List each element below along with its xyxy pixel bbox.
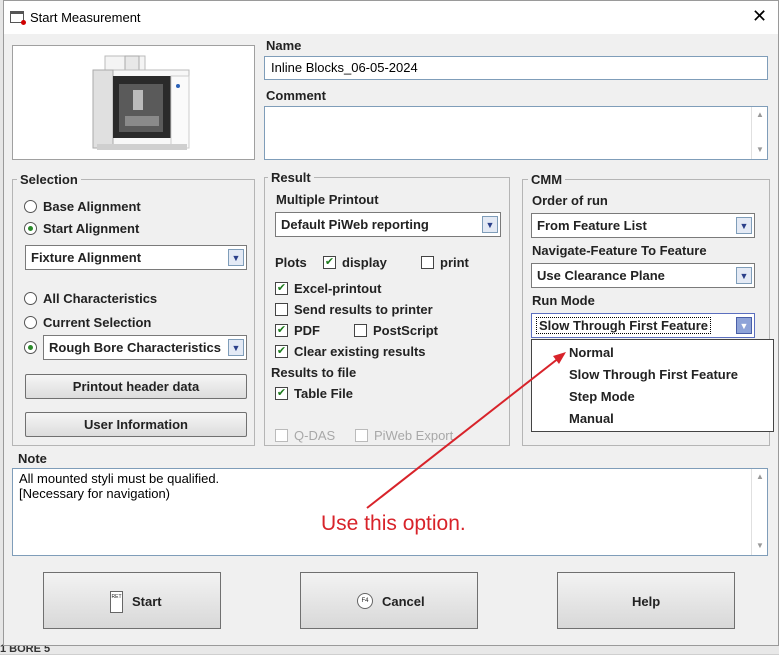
- characteristics-combo[interactable]: Rough Bore Characteristics ▼: [43, 335, 247, 360]
- scroll-down-icon[interactable]: ▼: [756, 145, 764, 154]
- scroll-up-icon[interactable]: ▲: [756, 472, 764, 481]
- printout-header-button[interactable]: Printout header data: [25, 374, 247, 399]
- run-mode-option-manual[interactable]: Manual: [569, 411, 614, 426]
- chevron-down-icon[interactable]: ▼: [736, 317, 752, 334]
- scroll-down-icon[interactable]: ▼: [756, 541, 764, 550]
- characteristics-combo-value: Rough Bore Characteristics: [49, 340, 221, 355]
- alignment-combo-value: Fixture Alignment: [31, 250, 142, 265]
- piweb-export-label: PiWeb Export: [374, 428, 454, 443]
- note-line-2: [Necessary for navigation): [19, 486, 171, 501]
- send-results-checkbox[interactable]: [275, 303, 288, 316]
- order-of-run-label: Order of run: [532, 193, 608, 208]
- base-alignment-radio[interactable]: [24, 200, 37, 213]
- chevron-down-icon[interactable]: ▼: [228, 249, 244, 266]
- display-label: display: [342, 255, 387, 270]
- alignment-combo[interactable]: Fixture Alignment ▼: [25, 245, 247, 270]
- results-to-file-label: Results to file: [271, 365, 357, 380]
- note-scrollbar[interactable]: ▲ ▼: [751, 469, 767, 555]
- chevron-down-icon[interactable]: ▼: [736, 267, 752, 284]
- run-mode-option-normal[interactable]: Normal: [569, 345, 614, 360]
- close-icon[interactable]: ✕: [752, 6, 767, 26]
- help-button[interactable]: Help: [557, 572, 735, 629]
- send-results-label: Send results to printer: [294, 302, 433, 317]
- title-bar: Start Measurement ✕: [4, 1, 778, 34]
- window-title: Start Measurement: [30, 10, 141, 25]
- all-characteristics-radio[interactable]: [24, 292, 37, 305]
- printout-combo[interactable]: Default PiWeb reporting ▼: [275, 212, 501, 237]
- postscript-checkbox[interactable]: [354, 324, 367, 337]
- piweb-export-checkbox: [355, 429, 368, 442]
- comment-field[interactable]: ▲ ▼: [264, 106, 768, 160]
- start-alignment-label: Start Alignment: [43, 221, 140, 236]
- run-mode-dropdown: Normal Slow Through First Feature Step M…: [531, 339, 774, 432]
- table-file-label: Table File: [294, 386, 353, 401]
- background-bottom-strip: 1 BORE 5: [0, 643, 779, 655]
- excel-printout-checkbox[interactable]: ✔: [275, 282, 288, 295]
- app-icon: [10, 11, 26, 25]
- name-label: Name: [266, 38, 302, 53]
- current-selection-radio[interactable]: [24, 316, 37, 329]
- printout-header-label: Printout header data: [72, 379, 200, 394]
- run-mode-option-step[interactable]: Step Mode: [569, 389, 635, 404]
- selection-title: Selection: [17, 172, 81, 187]
- result-title: Result: [268, 170, 314, 185]
- qdas-label: Q-DAS: [294, 428, 336, 443]
- f4-key-label: F4: [361, 598, 369, 604]
- start-label: Start: [132, 594, 162, 609]
- chevron-down-icon[interactable]: ▼: [736, 217, 752, 234]
- start-alignment-radio[interactable]: [24, 222, 37, 235]
- annotation-text: Use this option.: [321, 512, 466, 535]
- user-information-button[interactable]: User Information: [25, 412, 247, 437]
- f4-key-icon: F4: [357, 593, 373, 609]
- multiple-printout-label: Multiple Printout: [276, 192, 379, 207]
- display-checkbox[interactable]: ✔: [323, 256, 336, 269]
- run-mode-label: Run Mode: [532, 293, 595, 308]
- cancel-button[interactable]: F4 Cancel: [300, 572, 478, 629]
- cancel-label: Cancel: [382, 594, 425, 609]
- return-key-icon: RET: [110, 591, 123, 613]
- comment-scrollbar[interactable]: ▲ ▼: [751, 107, 767, 159]
- postscript-label: PostScript: [373, 323, 439, 338]
- run-mode-combo[interactable]: Slow Through First Feature ▼: [531, 313, 755, 338]
- name-value: Inline Blocks_06-05-2024: [271, 60, 418, 75]
- characteristics-radio[interactable]: [24, 341, 37, 354]
- return-key-label: RET: [111, 594, 122, 600]
- note-label: Note: [18, 451, 47, 466]
- chevron-down-icon[interactable]: ▼: [228, 339, 244, 356]
- excel-printout-label: Excel-printout: [294, 281, 382, 296]
- pdf-label: PDF: [294, 323, 320, 338]
- printout-combo-value: Default PiWeb reporting: [281, 217, 429, 232]
- name-field[interactable]: Inline Blocks_06-05-2024: [264, 56, 768, 80]
- run-mode-value: Slow Through First Feature: [535, 317, 712, 334]
- start-button[interactable]: RET Start: [43, 572, 221, 629]
- table-file-checkbox[interactable]: ✔: [275, 387, 288, 400]
- print-label: print: [440, 255, 469, 270]
- all-characteristics-label: All Characteristics: [43, 291, 158, 306]
- help-label: Help: [632, 594, 661, 609]
- clear-results-label: Clear existing results: [294, 344, 426, 359]
- user-information-label: User Information: [83, 417, 188, 432]
- comment-label: Comment: [266, 88, 326, 103]
- print-checkbox[interactable]: [421, 256, 434, 269]
- start-measurement-dialog: Start Measurement ✕ Name Inline Blocks_0…: [3, 0, 779, 646]
- order-of-run-combo[interactable]: From Feature List ▼: [531, 213, 755, 238]
- plots-label: Plots: [275, 255, 307, 270]
- cmm-title: CMM: [528, 172, 566, 187]
- note-line-1: All mounted styli must be qualified.: [19, 471, 220, 486]
- machine-image: [12, 45, 255, 160]
- base-alignment-label: Base Alignment: [43, 199, 141, 214]
- run-mode-option-slow[interactable]: Slow Through First Feature: [569, 367, 738, 382]
- selection-group: [12, 179, 255, 446]
- chevron-down-icon[interactable]: ▼: [482, 216, 498, 233]
- qdas-checkbox: [275, 429, 288, 442]
- order-of-run-value: From Feature List: [537, 218, 647, 233]
- clear-results-checkbox[interactable]: ✔: [275, 345, 288, 358]
- cmm-machine-icon: [92, 55, 190, 150]
- navigate-value: Use Clearance Plane: [537, 268, 665, 283]
- pdf-checkbox[interactable]: ✔: [275, 324, 288, 337]
- navigate-combo[interactable]: Use Clearance Plane ▼: [531, 263, 755, 288]
- scroll-up-icon[interactable]: ▲: [756, 110, 764, 119]
- current-selection-label: Current Selection: [43, 315, 152, 330]
- navigate-label: Navigate-Feature To Feature: [532, 243, 707, 258]
